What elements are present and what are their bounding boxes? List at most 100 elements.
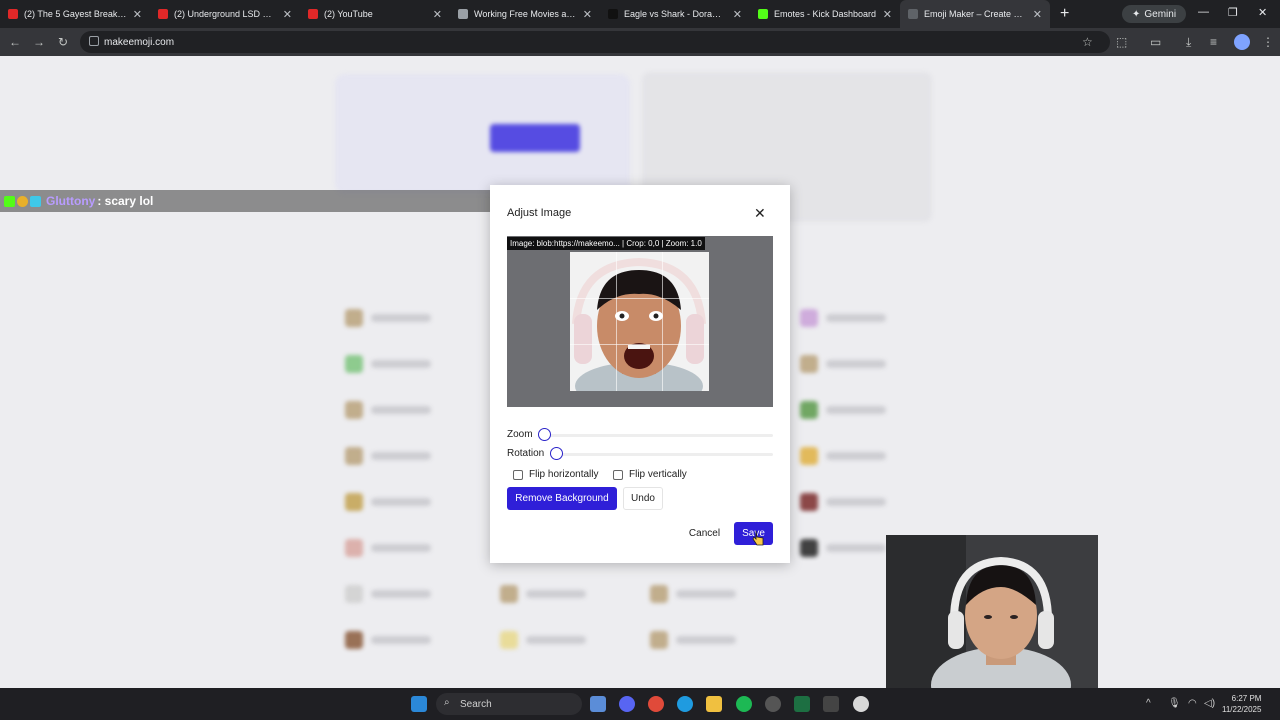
chrome-icon[interactable] (648, 696, 664, 712)
tab-title: Emotes - Kick Dashboard (774, 9, 877, 19)
steam-icon[interactable] (590, 696, 606, 712)
photo-preview[interactable] (570, 252, 709, 391)
tray-chevron-icon[interactable]: ^ (1146, 698, 1151, 709)
forward-icon[interactable]: → (27, 35, 51, 49)
edge-icon[interactable] (677, 696, 693, 712)
more-options-icon[interactable]: ⋮ (1262, 35, 1274, 49)
clock-time: 6:27 PM (1231, 694, 1262, 703)
chat-overlay-message: Gluttony : scary lol (0, 190, 500, 212)
emoji-row (345, 631, 465, 649)
browser-tab-active[interactable]: Emoji Maker – Create Custom ✕ (900, 0, 1050, 28)
checkbox-box[interactable] (613, 469, 623, 480)
tab-title: Working Free Movies and TV (474, 9, 577, 19)
rotation-slider-thumb[interactable] (550, 447, 563, 460)
chat-username: Gluttony (46, 194, 96, 208)
flip-vertical-checkbox[interactable]: Flip vertically (613, 469, 687, 480)
site-info-icon[interactable] (89, 36, 99, 46)
emoji-row (345, 585, 465, 603)
microphone-icon[interactable]: 🎙 (1168, 698, 1181, 709)
discord-icon[interactable] (619, 696, 635, 712)
chat-message: : scary lol (97, 194, 154, 208)
youtube-icon (158, 9, 168, 19)
kick-icon (758, 9, 768, 19)
rotation-label: Rotation (507, 448, 545, 459)
address-bar[interactable]: makeemoji.com (80, 31, 1110, 53)
profile-avatar[interactable] (1234, 34, 1250, 50)
zoom-label: Zoom (507, 429, 533, 440)
close-tab-icon[interactable]: ✕ (1033, 8, 1042, 21)
obs-icon[interactable] (823, 696, 839, 712)
emoji-row (345, 309, 465, 327)
wifi-icon[interactable]: ◠ (1188, 698, 1197, 709)
close-icon[interactable]: ✕ (754, 205, 766, 222)
emoji-row (345, 447, 465, 465)
browser-tab[interactable]: Working Free Movies and TV ✕ (450, 0, 600, 28)
close-tab-icon[interactable]: ✕ (433, 8, 442, 21)
checkbox-box[interactable] (513, 469, 523, 480)
emoji-row (345, 539, 465, 557)
upload-button (490, 124, 580, 152)
coin-badge-icon (17, 195, 28, 207)
browser-tab[interactable]: (2) YouTube ✕ (300, 0, 450, 28)
taskbar-search[interactable]: ⌕ Search (436, 693, 582, 715)
browser-tab[interactable]: Emotes - Kick Dashboard ✕ (750, 0, 900, 28)
zoom-slider[interactable] (540, 434, 773, 437)
emoji-row (800, 447, 920, 465)
volume-icon[interactable]: ◁) (1204, 698, 1215, 709)
maximize-icon[interactable]: ❐ (1228, 6, 1238, 19)
menu-list-icon[interactable]: ≡ (1210, 35, 1217, 49)
rotation-slider[interactable] (552, 453, 773, 456)
emoji-row (650, 585, 770, 603)
system-clock[interactable]: 6:27 PM 11/22/2025 (1222, 693, 1261, 715)
emoji-row (345, 355, 465, 373)
flip-horizontal-checkbox[interactable]: Flip horizontally (513, 469, 598, 480)
clock-date: 11/22/2025 (1222, 705, 1262, 714)
windows-start-icon[interactable] (411, 696, 427, 712)
minimize-icon[interactable]: — (1198, 6, 1209, 18)
globe-icon (908, 9, 918, 19)
youtube-icon (308, 9, 318, 19)
search-icon: ⌕ (444, 697, 450, 708)
close-tab-icon[interactable]: ✕ (283, 8, 292, 21)
tab-title: Emoji Maker – Create Custom (924, 9, 1027, 19)
flip-vertical-label: Flip vertically (629, 469, 687, 480)
app-icon[interactable] (853, 696, 869, 712)
mask-icon (608, 9, 618, 19)
zoom-slider-thumb[interactable] (538, 428, 551, 441)
file-explorer-icon[interactable] (706, 696, 722, 712)
gemini-button[interactable]: ✦ Gemini (1122, 5, 1187, 23)
extensions-icon[interactable]: ⬚ (1116, 35, 1127, 49)
browser-tab[interactable]: (2) The 5 Gayest Breakdowns ✕ (0, 0, 150, 28)
new-tab-button[interactable]: + (1050, 5, 1079, 23)
close-tab-icon[interactable]: ✕ (133, 8, 142, 21)
close-window-icon[interactable]: ✕ (1258, 6, 1267, 19)
back-icon[interactable]: ← (3, 35, 27, 49)
emoji-row (800, 309, 920, 327)
close-tab-icon[interactable]: ✕ (883, 8, 892, 21)
spotify-icon[interactable] (736, 696, 752, 712)
browser-tab[interactable]: Eagle vs Shark - DoraWatch ✕ (600, 0, 750, 28)
emoji-row (800, 493, 920, 511)
settings-icon[interactable] (765, 696, 781, 712)
excel-icon[interactable] (794, 696, 810, 712)
adjust-image-dialog: Adjust Image ✕ Image: blob:https://makee… (490, 185, 790, 563)
flip-horizontal-label: Flip horizontally (529, 469, 599, 480)
download-icon[interactable]: ⤓ (1186, 35, 1191, 50)
browser-tab-strip: (2) The 5 Gayest Breakdowns ✕ (2) Underg… (0, 0, 1280, 28)
close-tab-icon[interactable]: ✕ (583, 8, 592, 21)
upload-card (335, 74, 630, 194)
emoji-row (500, 585, 620, 603)
cancel-button[interactable]: Cancel (683, 522, 726, 545)
reload-icon[interactable]: ↻ (51, 35, 75, 49)
emoji-row (800, 401, 920, 419)
sidebar-icon[interactable]: ▭ (1150, 35, 1161, 49)
undo-button[interactable]: Undo (623, 487, 663, 510)
image-cropper[interactable]: Image: blob:https://makeemo... | Crop: 0… (507, 236, 773, 407)
browser-tab[interactable]: (2) Underground LSD Palace ✕ (150, 0, 300, 28)
remove-background-button[interactable]: Remove Background (507, 487, 617, 510)
crop-info-label: Image: blob:https://makeemo... | Crop: 0… (507, 237, 705, 250)
bookmark-star-icon[interactable]: ☆ (1082, 35, 1093, 49)
emoji-row (500, 631, 620, 649)
close-tab-icon[interactable]: ✕ (733, 8, 742, 21)
streamer-camera-feed (886, 535, 1098, 688)
